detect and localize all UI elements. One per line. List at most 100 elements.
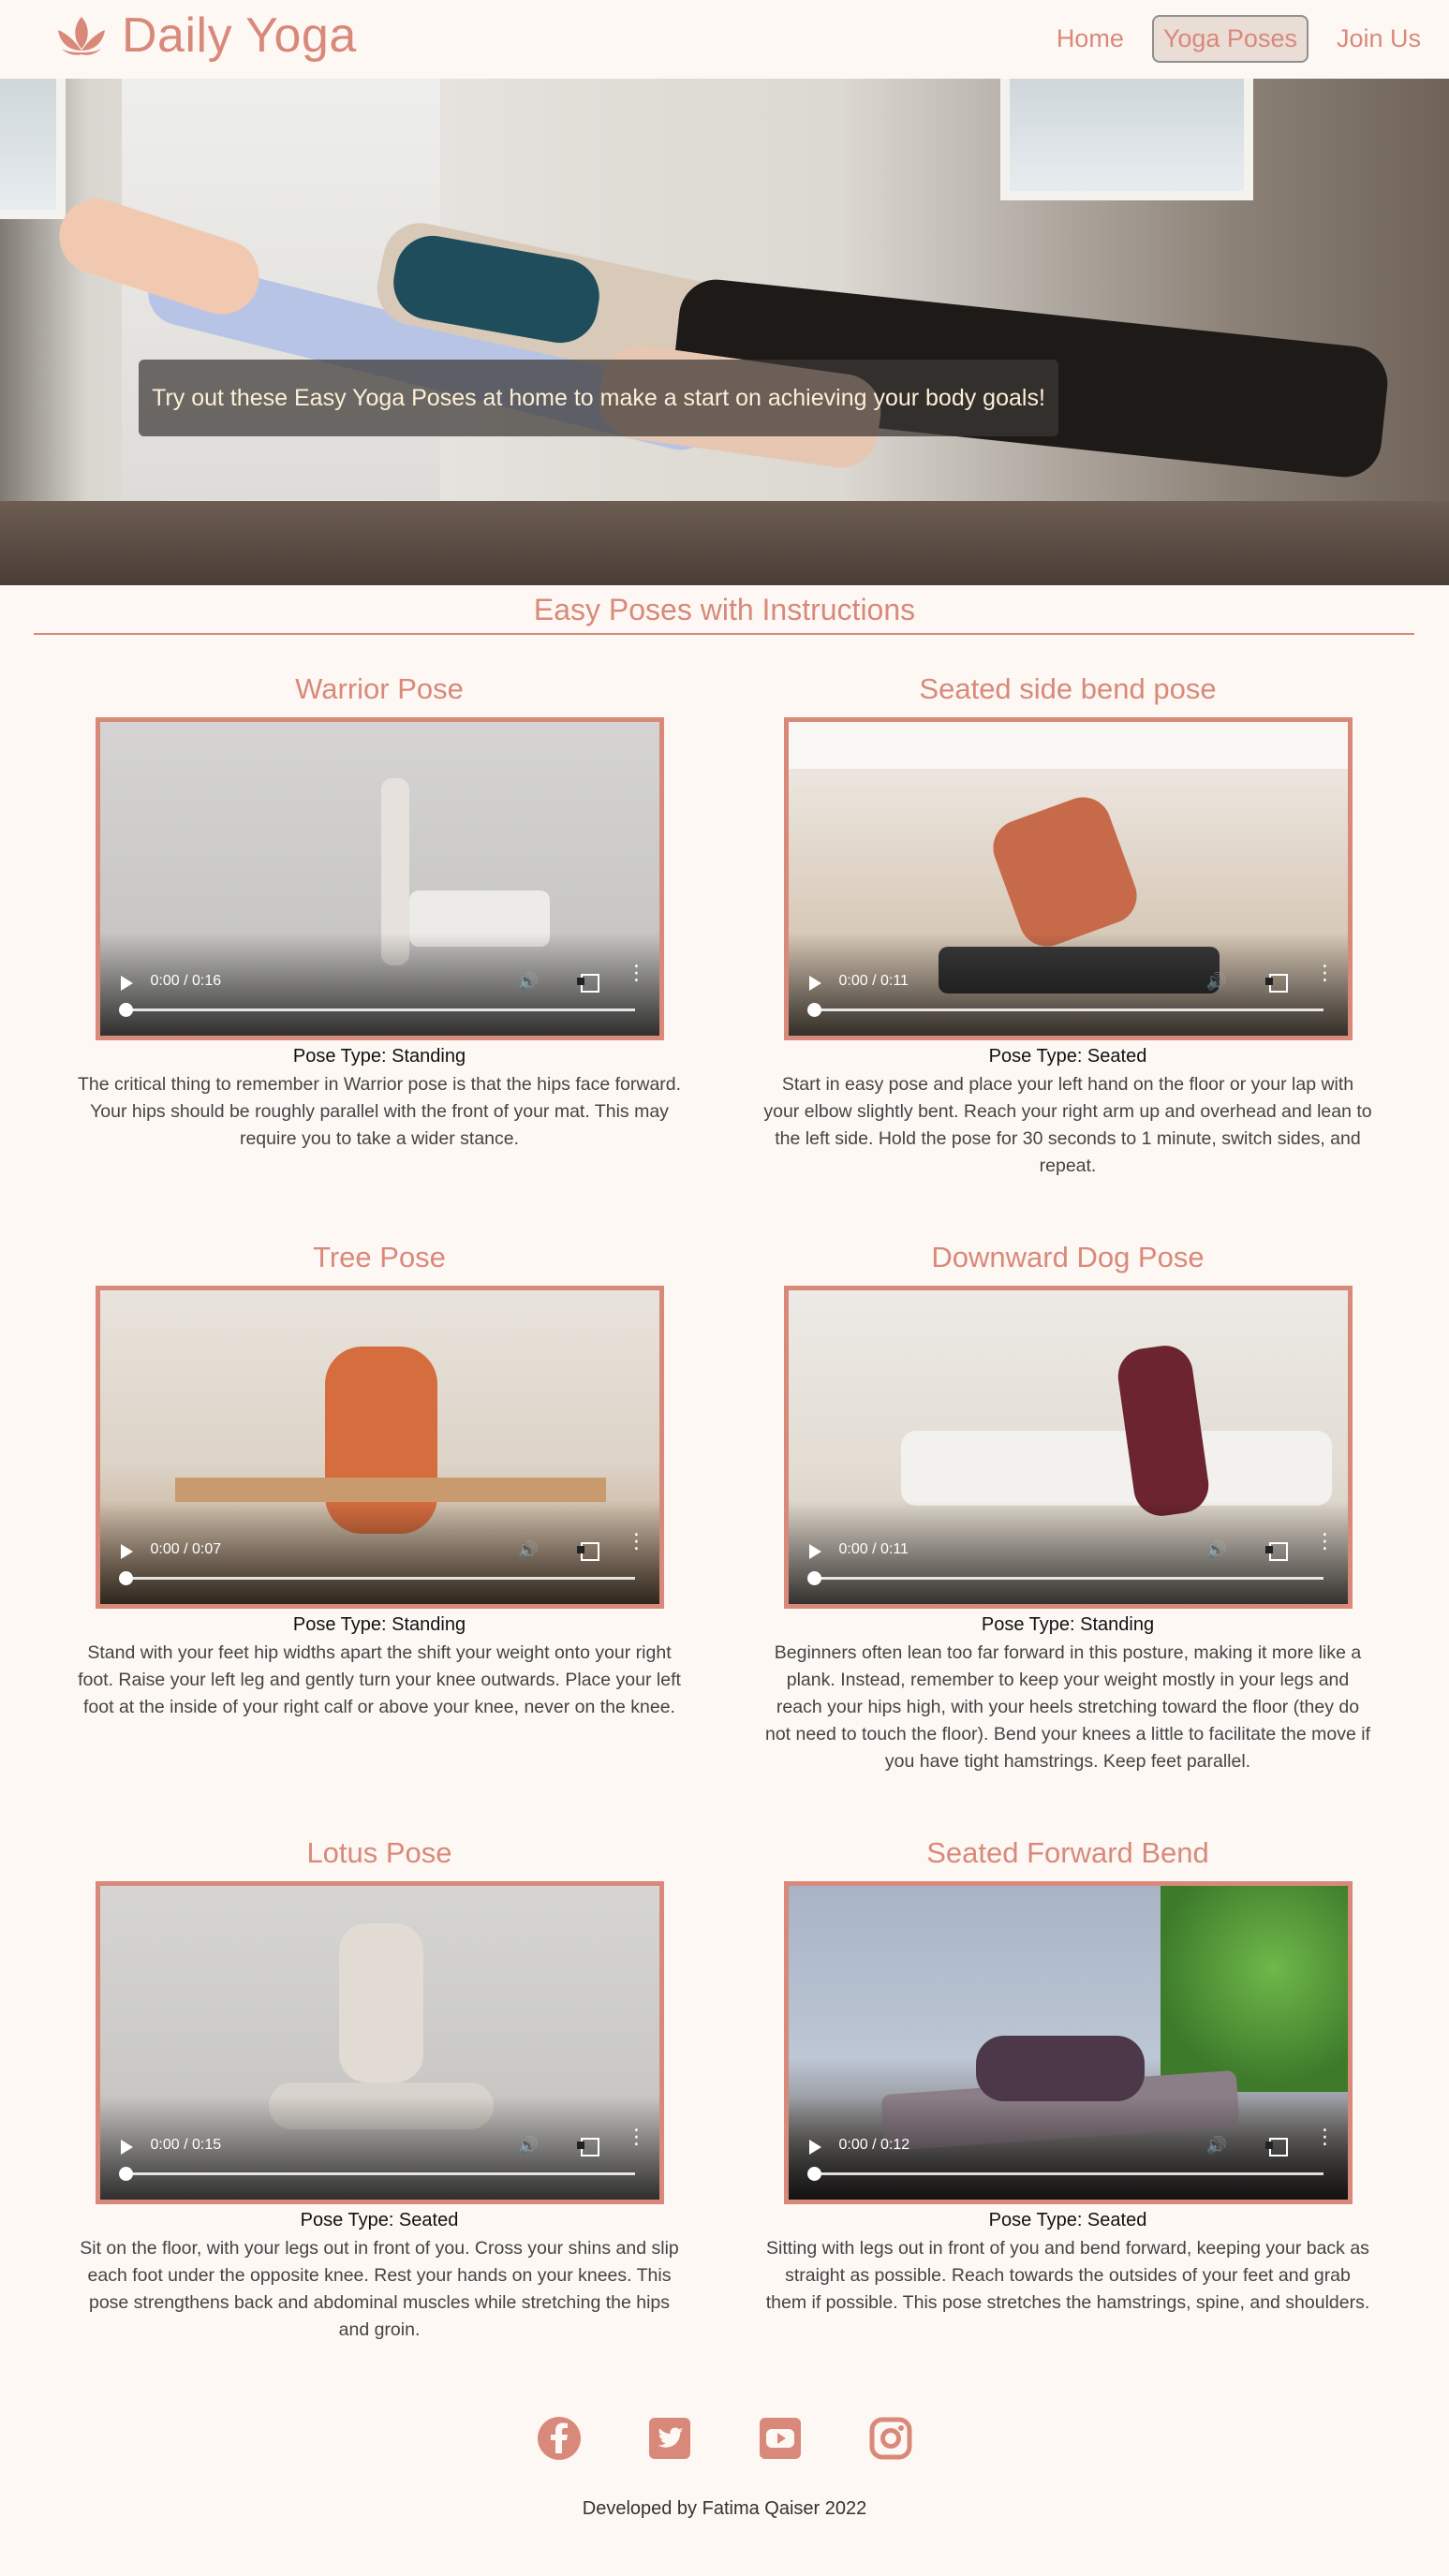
youtube-icon[interactable] <box>758 2416 803 2461</box>
nav-yoga-poses[interactable]: Yoga Poses <box>1151 15 1309 63</box>
more-options-icon[interactable]: ⋮ <box>1315 964 1336 984</box>
video-progress-track[interactable] <box>812 2172 1323 2175</box>
pose-description: Beginners often lean too far forward in … <box>764 1642 1371 1772</box>
video-progress-knob[interactable] <box>118 2167 133 2181</box>
instagram-icon[interactable] <box>868 2416 913 2461</box>
fullscreen-icon[interactable] <box>1262 2138 1288 2156</box>
fullscreen-icon[interactable] <box>1262 974 1288 993</box>
video-time: 0:00 / 0:07 <box>150 1541 222 1557</box>
pose-title: Tree Pose <box>313 1241 446 1273</box>
volume-icon[interactable]: 🔊 <box>518 1540 539 1560</box>
fullscreen-icon[interactable] <box>573 974 599 993</box>
more-options-icon[interactable]: ⋮ <box>1315 2127 1336 2148</box>
hero-banner: Try out these Easy Yoga Poses at home to… <box>0 79 1449 585</box>
brand-logo[interactable]: Daily Yoga <box>54 7 357 64</box>
hero-caption-text: Try out these Easy Yoga Poses at home to… <box>152 384 1045 411</box>
pose-title: Seated Forward Bend <box>926 1836 1209 1869</box>
pose-video[interactable]: 0:00 / 0:12 🔊 ⋮ <box>783 1881 1353 2204</box>
video-person <box>338 1923 423 2083</box>
volume-icon[interactable]: 🔊 <box>1206 1540 1227 1560</box>
facebook-icon[interactable] <box>537 2416 582 2461</box>
video-progress-track[interactable] <box>812 1008 1323 1011</box>
pose-description: Sitting with legs out in front of you an… <box>765 2238 1370 2313</box>
lotus-icon <box>58 17 105 55</box>
hero-floor <box>0 501 1449 585</box>
pose-type: Pose Type: Seated <box>300 2210 459 2230</box>
video-time: 0:00 / 0:11 <box>838 973 909 989</box>
pose-title: Seated side bend pose <box>919 672 1217 705</box>
volume-icon[interactable]: 🔊 <box>1206 972 1227 992</box>
more-options-icon[interactable]: ⋮ <box>627 2127 647 2148</box>
pose-card-lotus: Lotus Pose 0:00 / 0:15 🔊 ⋮ Pose Type: Se… <box>70 1836 688 2344</box>
footer-credit: Developed by Fatima Qaiser 2022 <box>582 2498 867 2519</box>
more-options-icon[interactable]: ⋮ <box>627 1532 647 1553</box>
nav-join-us[interactable]: Join Us <box>1325 15 1432 63</box>
fullscreen-icon[interactable] <box>1262 1542 1288 1561</box>
video-controls: 0:00 / 0:11 🔊 ⋮ <box>789 961 1348 1036</box>
pose-video[interactable]: 0:00 / 0:11 🔊 ⋮ <box>783 1286 1353 1609</box>
section-divider <box>34 633 1414 635</box>
pose-card-downward-dog: Downward Dog Pose 0:00 / 0:11 🔊 ⋮ Pose T… <box>759 1241 1377 1775</box>
nav-home[interactable]: Home <box>1045 15 1135 63</box>
twitter-icon[interactable] <box>647 2416 692 2461</box>
video-progress-track[interactable] <box>124 2172 635 2175</box>
pose-description: Sit on the floor, with your legs out in … <box>80 2238 679 2340</box>
video-progress-knob[interactable] <box>806 1571 821 1585</box>
video-progress-track[interactable] <box>812 1577 1323 1580</box>
volume-icon[interactable]: 🔊 <box>518 972 539 992</box>
video-tree <box>1160 1886 1348 2092</box>
fullscreen-icon[interactable] <box>573 2138 599 2156</box>
hero-window-left <box>0 79 66 219</box>
pose-video[interactable]: 0:00 / 0:07 🔊 ⋮ <box>95 1286 664 1609</box>
brand-name: Daily Yoga <box>122 8 357 63</box>
pose-card-warrior: Warrior Pose 0:00 / 0:16 🔊 ⋮ Pose Type: … <box>70 672 688 1153</box>
pose-description: Start in easy pose and place your left h… <box>763 1074 1372 1176</box>
video-person <box>984 788 1145 955</box>
video-progress-knob[interactable] <box>806 1003 821 1017</box>
pose-type: Pose Type: Standing <box>292 1614 466 1635</box>
play-icon[interactable] <box>120 2140 133 2155</box>
more-options-icon[interactable]: ⋮ <box>627 964 647 984</box>
video-controls: 0:00 / 0:12 🔊 ⋮ <box>789 2125 1348 2200</box>
video-sofa <box>900 1431 1332 1506</box>
video-progress-knob[interactable] <box>118 1571 133 1585</box>
video-table <box>174 1478 606 1502</box>
pose-title: Downward Dog Pose <box>931 1241 1205 1273</box>
volume-icon[interactable]: 🔊 <box>1206 2136 1227 2156</box>
video-controls: 0:00 / 0:16 🔊 ⋮ <box>100 961 659 1036</box>
video-time: 0:00 / 0:15 <box>150 2137 222 2153</box>
pose-type: Pose Type: Seated <box>988 2210 1147 2230</box>
fullscreen-icon[interactable] <box>573 1542 599 1561</box>
video-time: 0:00 / 0:11 <box>838 1541 909 1557</box>
video-controls: 0:00 / 0:07 🔊 ⋮ <box>100 1529 659 1604</box>
video-time: 0:00 / 0:16 <box>150 973 222 989</box>
pose-description: Stand with your feet hip widths apart th… <box>78 1642 681 1717</box>
video-progress-knob[interactable] <box>118 1003 133 1017</box>
video-controls: 0:00 / 0:11 🔊 ⋮ <box>789 1529 1348 1604</box>
pose-card-seated-side-bend: Seated side bend pose 0:00 / 0:11 🔊 ⋮ Po… <box>759 672 1377 1180</box>
video-wall <box>788 722 1348 769</box>
video-person <box>975 2036 1145 2101</box>
video-progress-track[interactable] <box>124 1008 635 1011</box>
pose-video[interactable]: 0:00 / 0:16 🔊 ⋮ <box>95 717 664 1040</box>
play-icon[interactable] <box>808 2140 821 2155</box>
play-icon[interactable] <box>120 976 133 991</box>
video-progress-knob[interactable] <box>806 2167 821 2181</box>
main-nav: Home Yoga Poses Join Us <box>1045 15 1432 63</box>
pose-title: Warrior Pose <box>295 672 464 705</box>
pose-video[interactable]: 0:00 / 0:11 🔊 ⋮ <box>783 717 1353 1040</box>
hero-window-right <box>1000 79 1253 200</box>
more-options-icon[interactable]: ⋮ <box>1315 1532 1336 1553</box>
video-time: 0:00 / 0:12 <box>838 2137 910 2153</box>
volume-icon[interactable]: 🔊 <box>518 2136 539 2156</box>
play-icon[interactable] <box>808 976 821 991</box>
play-icon[interactable] <box>808 1544 821 1559</box>
play-icon[interactable] <box>120 1544 133 1559</box>
pose-video[interactable]: 0:00 / 0:15 🔊 ⋮ <box>95 1881 664 2204</box>
video-controls: 0:00 / 0:15 🔊 ⋮ <box>100 2125 659 2200</box>
pose-card-tree: Tree Pose 0:00 / 0:07 🔊 ⋮ Pose Type: Sta… <box>70 1241 688 1721</box>
video-progress-track[interactable] <box>124 1577 635 1580</box>
pose-type: Pose Type: Standing <box>981 1614 1155 1635</box>
section-title: Easy Poses with Instructions <box>533 593 916 626</box>
pose-type: Pose Type: Standing <box>292 1046 466 1067</box>
